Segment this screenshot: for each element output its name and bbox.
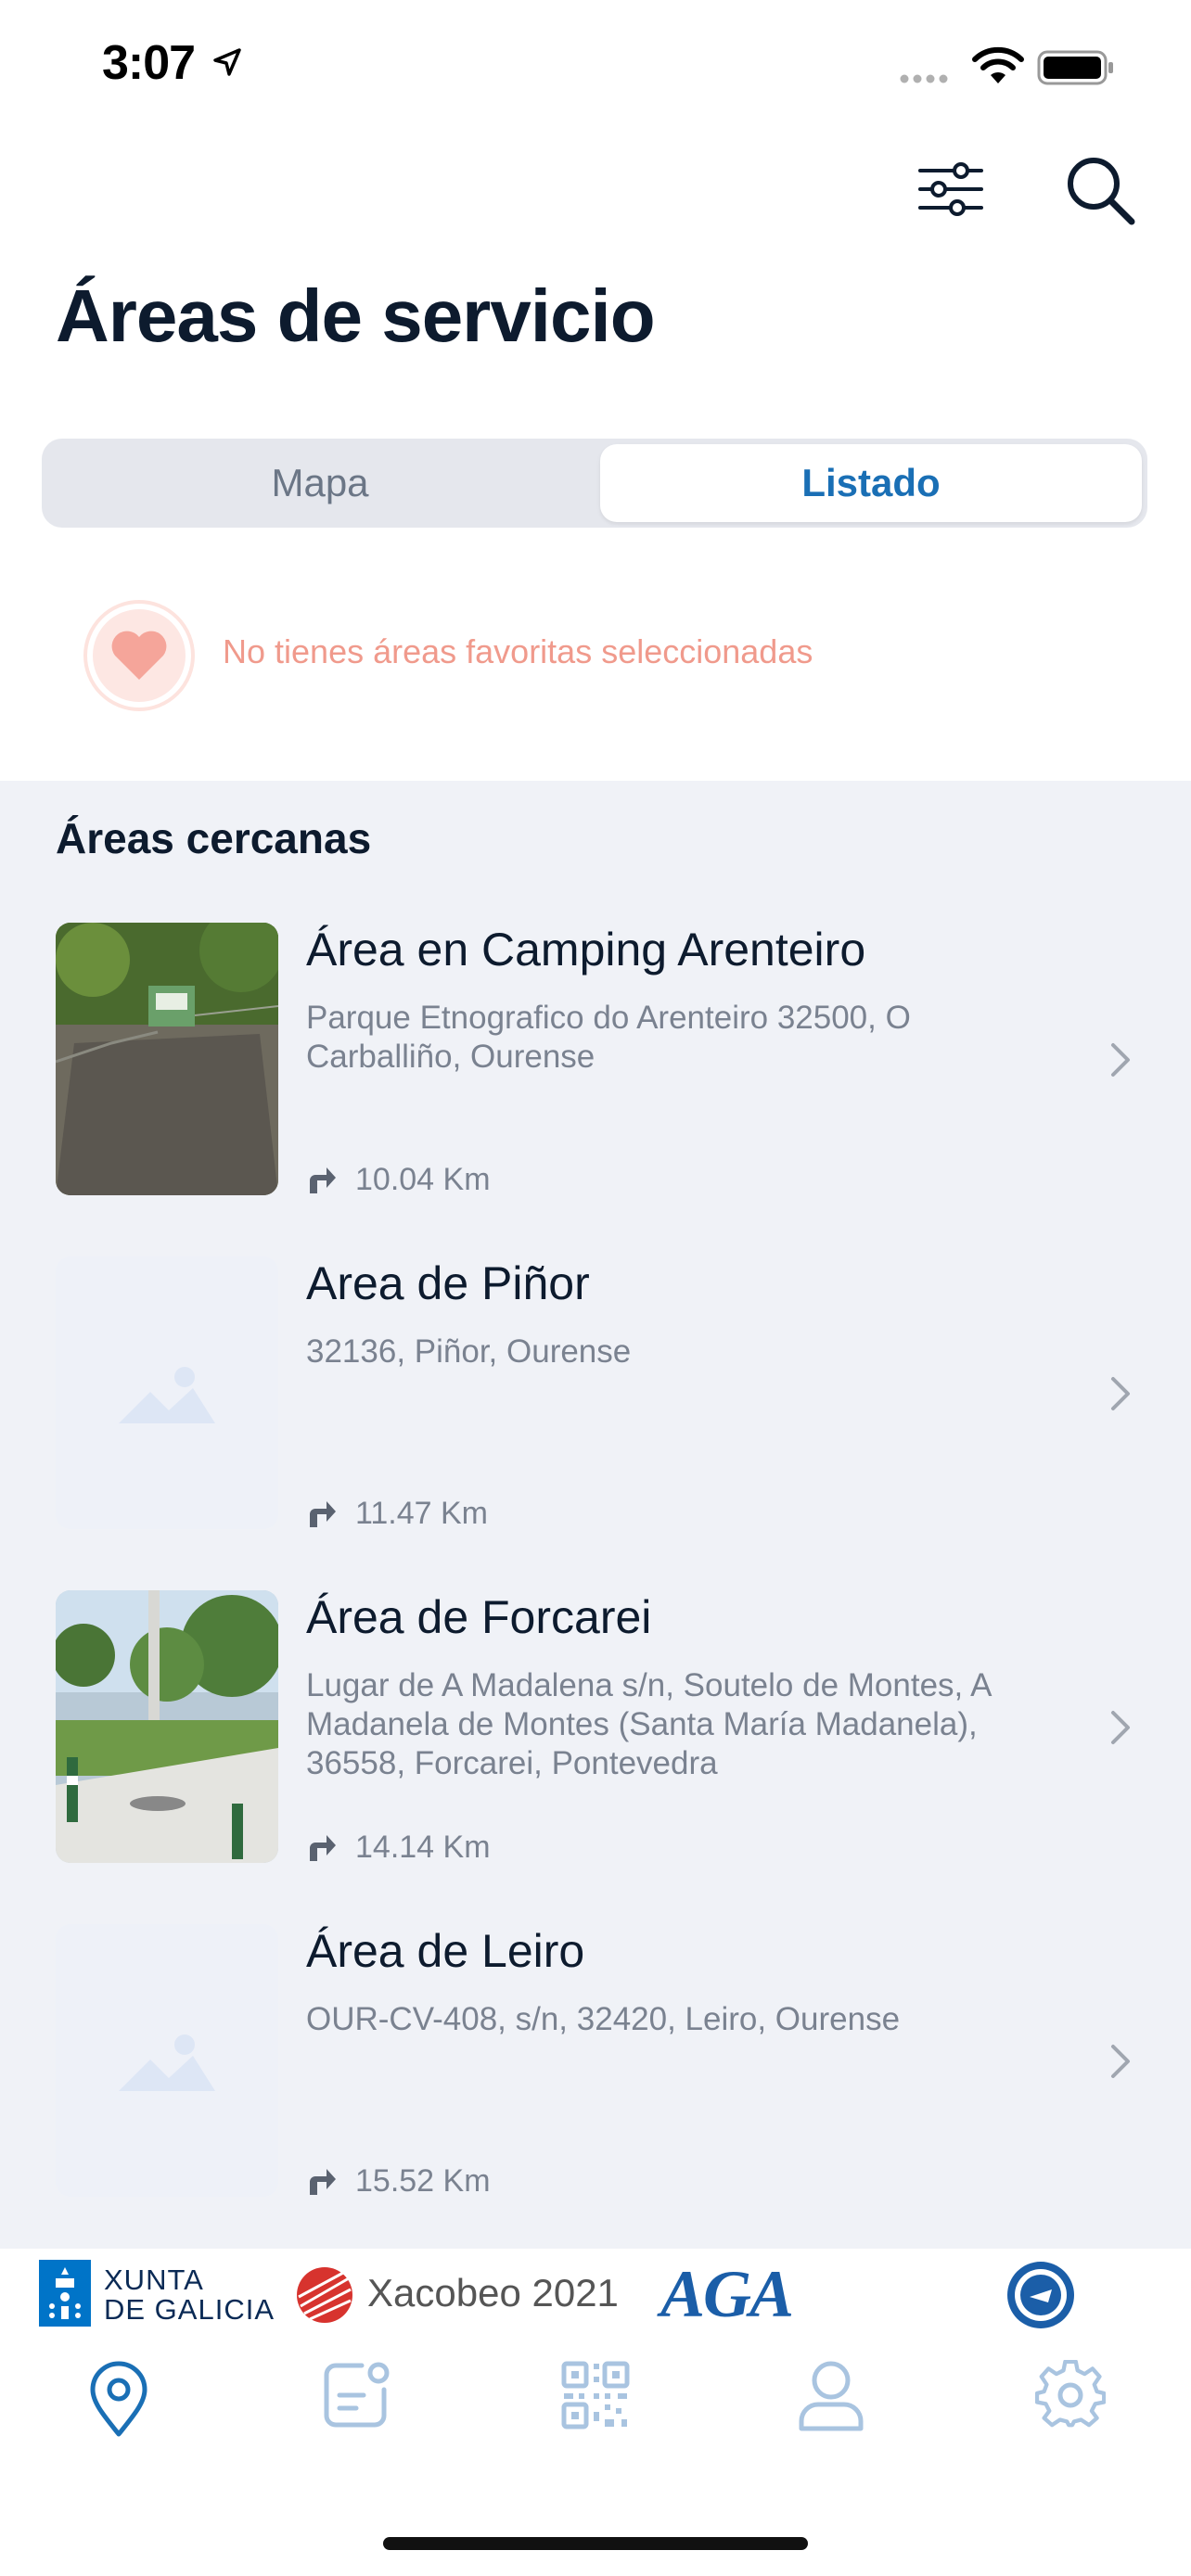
area-photo: [56, 1590, 278, 1863]
chevron-right-icon: [1111, 2045, 1130, 2078]
heart-icon: [83, 600, 195, 711]
list-item[interactable]: Área en Camping Arenteiro Parque Etnogra…: [0, 923, 1191, 1229]
area-photo-placeholder: [56, 1924, 278, 2197]
cellular-signal-icon: [900, 74, 948, 83]
battery-icon: [1037, 50, 1113, 85]
area-address: OUR-CV-408, s/n, 32420, Leiro, Ourense: [306, 2001, 901, 2037]
status-time: 3:07: [102, 36, 196, 90]
area-photo: [56, 923, 278, 1195]
tab-list[interactable]: Listado: [600, 444, 1142, 522]
area-distance: 15.52 Km: [355, 2163, 491, 2199]
wifi-icon: [972, 46, 1024, 83]
association-seal-icon: [1007, 2262, 1074, 2328]
user-icon[interactable]: [796, 2360, 866, 2432]
image-placeholder-icon: [119, 2034, 215, 2091]
home-indicator[interactable]: [383, 2537, 808, 2550]
chevron-right-icon: [1111, 1377, 1130, 1410]
area-address: Parque Etnografico do Arenteiro 32500, O…: [306, 1000, 911, 1075]
image-placeholder-icon: [119, 1367, 215, 1423]
list-item[interactable]: Área de Leiro OUR-CV-408, s/n, 32420, Le…: [0, 1924, 1191, 2230]
search-icon[interactable]: [1063, 153, 1137, 227]
sponsor-logos: XUNTA DE GALICIA Xacobeo 2021 AGA: [0, 2249, 1191, 2341]
filter-sliders-icon[interactable]: [916, 159, 985, 219]
area-address: 32136, Piñor, Ourense: [306, 1333, 632, 1370]
notes-icon[interactable]: [321, 2360, 391, 2430]
chevron-right-icon: [1111, 1711, 1130, 1744]
page-title: Áreas de servicio: [56, 274, 656, 357]
xacobeo-logo-text: Xacobeo 2021: [367, 2271, 619, 2315]
list-item[interactable]: Área de Forcarei Lugar de A Madalena s/n…: [0, 1590, 1191, 1896]
favorites-empty-text: No tienes áreas favoritas seleccionadas: [223, 632, 813, 670]
aga-logo-text: AGA: [660, 2257, 794, 2331]
xunta-logo-text: XUNTA DE GALICIA: [104, 2264, 275, 2326]
tab-map[interactable]: Mapa: [42, 439, 598, 528]
location-arrow-icon: [213, 48, 241, 76]
area-title: Área de Forcarei: [306, 1591, 652, 1643]
directions-arrow-icon: [310, 1167, 336, 1193]
map-pin-icon[interactable]: [85, 2360, 152, 2438]
directions-arrow-icon: [310, 1501, 336, 1527]
nearby-section: Áreas cercanas Área en Camping Arenteiro…: [0, 781, 1191, 2249]
nearby-title: Áreas cercanas: [56, 814, 372, 862]
status-bar: 3:07: [0, 0, 1191, 139]
xacobeo-shell-icon: [297, 2267, 352, 2323]
area-photo-placeholder: [56, 1256, 278, 1529]
area-address: Lugar de A Madalena s/n, Soutelo de Mont…: [306, 1667, 991, 1781]
area-distance: 10.04 Km: [355, 1162, 491, 1197]
area-distance: 14.14 Km: [355, 1830, 491, 1865]
list-item[interactable]: Area de Piñor 32136, Piñor, Ourense 11.4…: [0, 1256, 1191, 1562]
area-distance: 11.47 Km: [355, 1496, 489, 1531]
view-segmented-control: Mapa Listado: [42, 439, 1147, 528]
qr-code-icon[interactable]: [560, 2360, 631, 2430]
area-title: Área de Leiro: [306, 1925, 585, 1977]
chevron-right-icon: [1111, 1043, 1130, 1077]
area-title: Area de Piñor: [306, 1257, 590, 1309]
area-title: Área en Camping Arenteiro: [306, 924, 866, 976]
xunta-logo-icon: [39, 2260, 91, 2327]
directions-arrow-icon: [310, 2169, 336, 2195]
directions-arrow-icon: [310, 1835, 336, 1861]
gear-icon[interactable]: [1035, 2360, 1106, 2430]
